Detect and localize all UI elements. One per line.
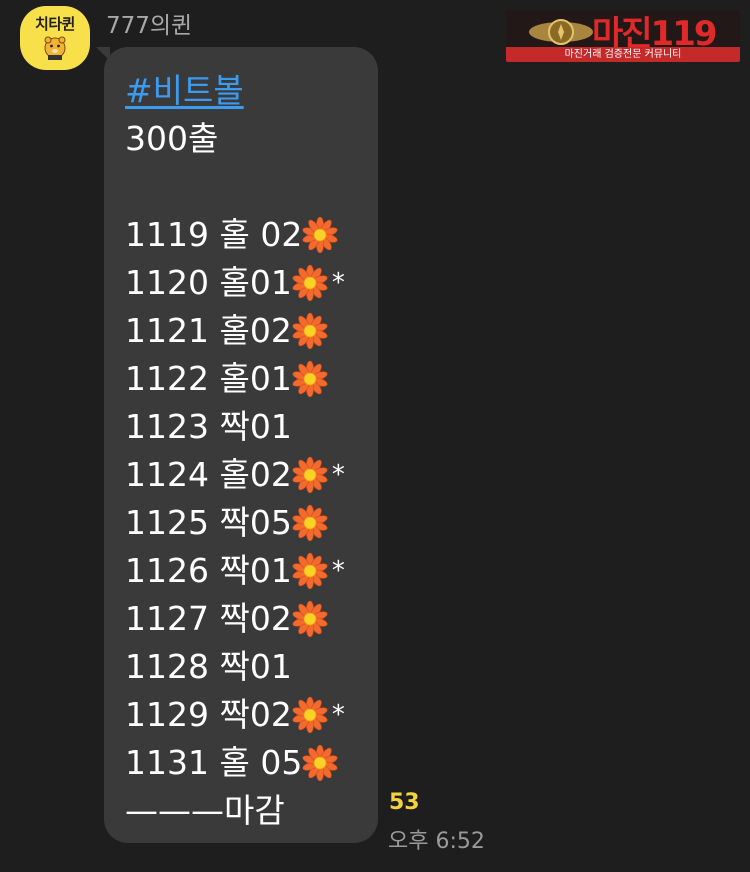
- flower-emoji-icon: [292, 264, 328, 302]
- result-line: 1128 짝01: [125, 643, 345, 691]
- message-timestamp: 오후 6:52: [388, 829, 485, 854]
- result-line: 1125 짝05: [125, 499, 345, 547]
- flower-emoji-icon: [302, 216, 338, 254]
- asterisk-mark: *: [331, 460, 345, 490]
- asterisk-mark: *: [331, 556, 345, 586]
- asterisk-mark: *: [331, 268, 345, 298]
- avatar-label: 치타퀸: [35, 15, 75, 33]
- result-text: 1125 짝05: [125, 503, 292, 542]
- result-line: 1129 짝02 *: [125, 691, 345, 739]
- closing-text: ———마감: [125, 791, 285, 830]
- result-line: 1123 짝01: [125, 403, 345, 451]
- result-text: 1131 홀 05: [125, 743, 303, 782]
- unread-count: 53: [389, 790, 420, 815]
- result-line: 1126 짝01 *: [125, 547, 345, 595]
- flower-emoji-icon: [292, 696, 328, 734]
- result-line: 1122 홀01: [125, 355, 345, 403]
- result-line: 1127 짝02: [125, 595, 345, 643]
- flower-emoji-icon: [302, 744, 338, 782]
- result-line: 1119 홀 02: [125, 211, 345, 259]
- sender-name[interactable]: 777의퀸: [106, 6, 192, 40]
- result-text: 1121 홀02: [125, 311, 292, 350]
- amount-text: 300출: [125, 119, 219, 158]
- flower-emoji-icon: [292, 456, 328, 494]
- result-text: 1127 짝02: [125, 599, 292, 638]
- result-line: 1124 홀02 *: [125, 451, 345, 499]
- flower-emoji-icon: [292, 312, 328, 350]
- result-text: 1124 홀02: [125, 455, 292, 494]
- result-text: 1126 짝01: [125, 551, 292, 590]
- watermark-subtitle: 마진거래 검증전문 커뮤니티: [506, 47, 740, 62]
- result-text: 1123 짝01: [125, 407, 292, 446]
- hashtag-link[interactable]: #비트볼: [125, 67, 244, 115]
- result-text: 1120 홀01: [125, 263, 292, 302]
- result-line: 1131 홀 05: [125, 739, 345, 787]
- watermark-logo: 마진119 마진거래 검증전문 커뮤니티: [506, 10, 740, 62]
- result-line: 1121 홀02: [125, 307, 345, 355]
- flower-emoji-icon: [292, 504, 328, 542]
- result-text: 1129 짝02: [125, 695, 292, 734]
- message-line-closing: ———마감: [125, 787, 345, 835]
- result-text: 1119 홀 02: [125, 215, 303, 254]
- flower-emoji-icon: [292, 600, 328, 638]
- flower-emoji-icon: [292, 552, 328, 590]
- message-line-amount: 300출: [125, 115, 345, 163]
- flower-emoji-icon: [292, 360, 328, 398]
- message-bubble[interactable]: #비트볼 300출 1119 홀 02 1120 홀01 * 1121 홀02 1122…: [104, 47, 378, 843]
- asterisk-mark: *: [331, 700, 345, 730]
- message-body: #비트볼 300출 1119 홀 02 1120 홀01 * 1121 홀02 1122…: [125, 67, 345, 835]
- result-line: 1120 홀01 *: [125, 259, 345, 307]
- message-line-hashtag: #비트볼: [125, 67, 345, 115]
- sender-avatar[interactable]: 치타퀸: [20, 6, 90, 70]
- cheetah-face-icon: [44, 36, 66, 60]
- result-text: 1122 홀01: [125, 359, 292, 398]
- result-text: 1128 짝01: [125, 647, 292, 686]
